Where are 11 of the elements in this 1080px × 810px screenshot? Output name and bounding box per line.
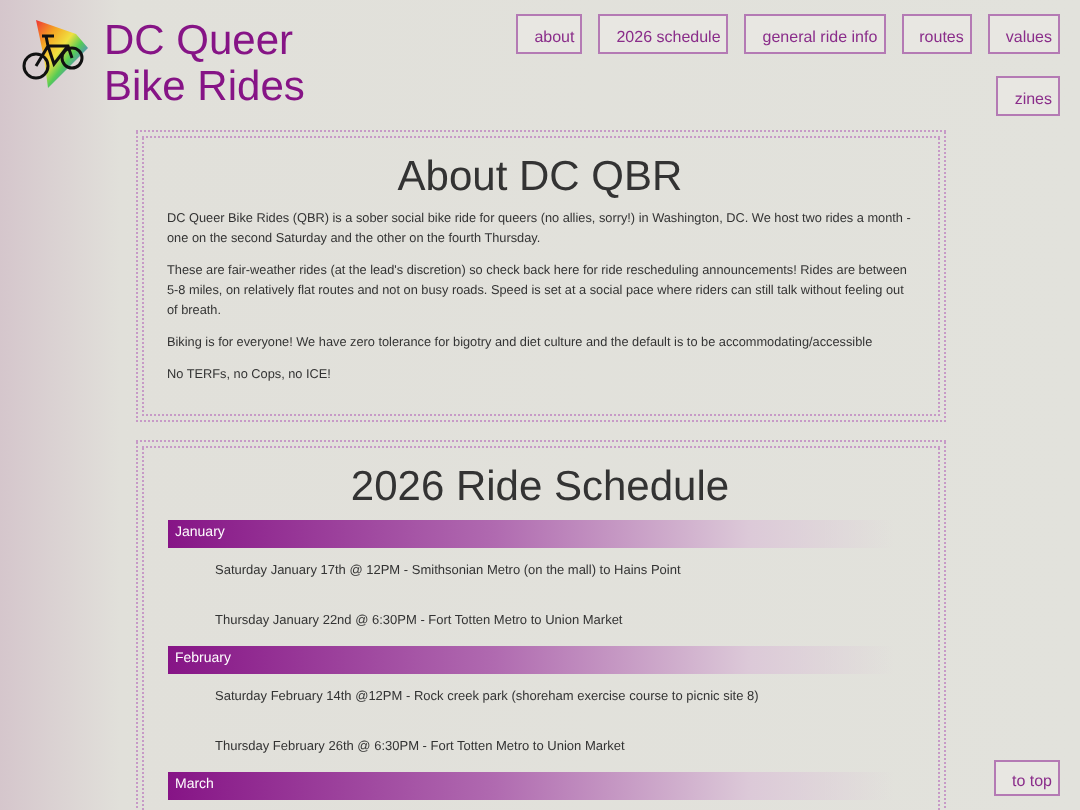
nav-link[interactable]: values xyxy=(987,14,1060,54)
section-heading: 2026 Ride Schedule xyxy=(348,464,732,512)
nav-link[interactable]: about xyxy=(516,14,583,54)
nav-link[interactable]: zines xyxy=(996,76,1060,116)
nav-link[interactable]: 2026 schedule xyxy=(598,14,729,54)
section-heading: About DC QBR xyxy=(395,154,685,202)
nav-link[interactable]: routes xyxy=(901,14,972,54)
to-top-link[interactable]: to top xyxy=(993,760,1060,796)
site-title: DC Queer Bike Rides xyxy=(104,18,307,110)
nav-link[interactable]: general ride info xyxy=(744,14,886,54)
bike-logo-icon xyxy=(20,14,92,90)
